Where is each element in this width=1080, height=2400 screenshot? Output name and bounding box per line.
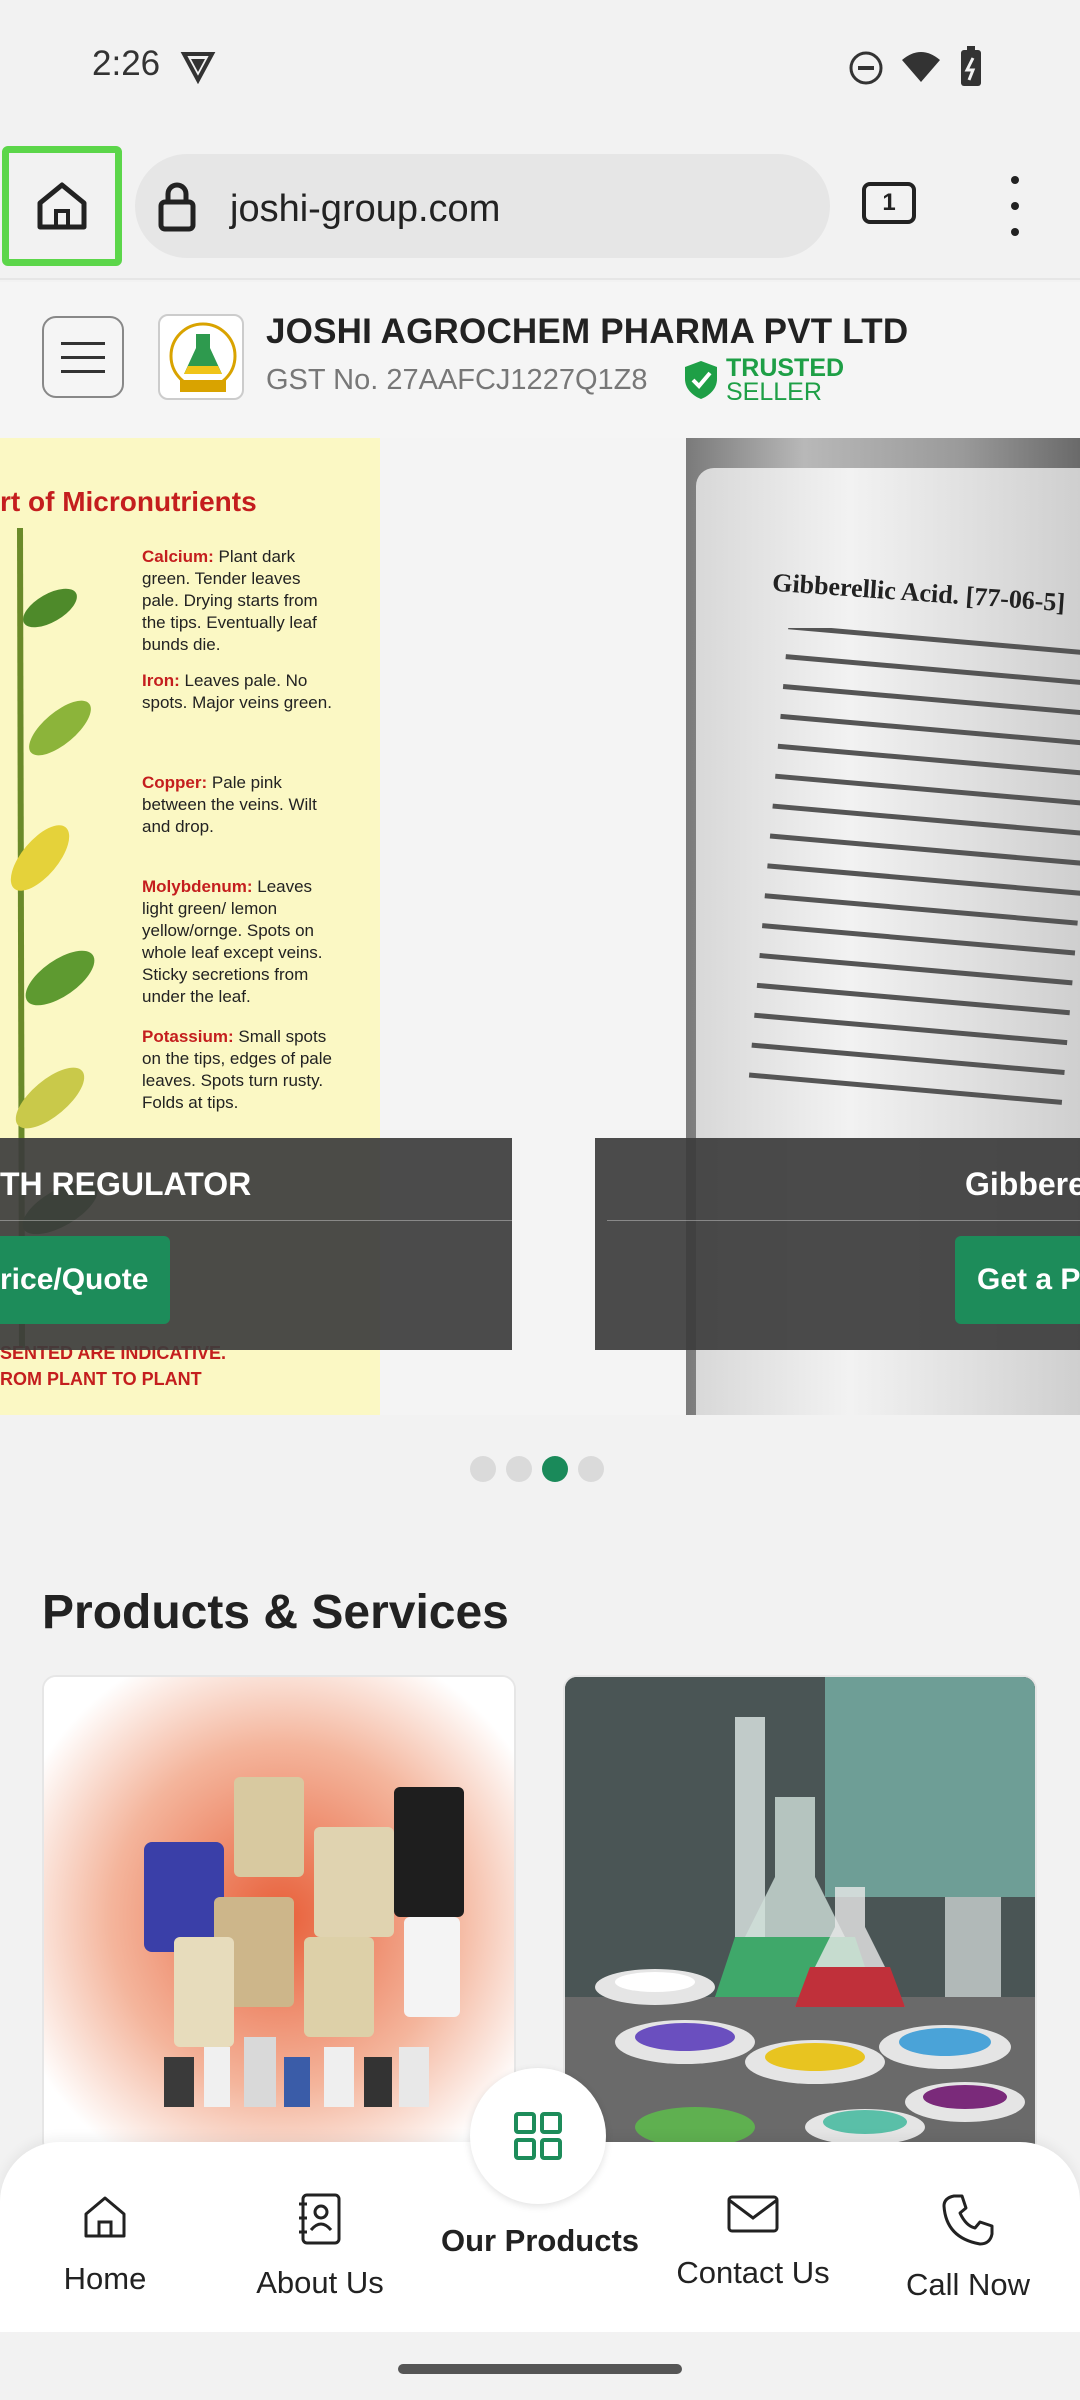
carousel-dot-active[interactable]	[542, 1456, 568, 1482]
caption-divider	[0, 1220, 512, 1221]
home-gesture-bar[interactable]	[398, 2364, 682, 2374]
nav-about-us-label: About Us	[256, 2265, 384, 2300]
jar-label-text-lines	[748, 628, 1080, 1105]
nav-our-products-label: Our Products	[440, 2223, 640, 2258]
menu-line	[61, 355, 105, 359]
company-name: JOSHI AGROCHEM PHARMA PVT LTD	[266, 312, 909, 351]
vpn-shield-icon	[180, 52, 216, 84]
slide-caption-left: TH REGULATOR rice/Quote	[0, 1138, 512, 1350]
slide-left-title: TH REGULATOR	[0, 1166, 252, 1202]
more-dot-icon	[1011, 228, 1019, 236]
chemical-containers-image	[44, 1677, 514, 2153]
home-icon	[37, 182, 87, 230]
nav-contact-us[interactable]: Contact Us	[663, 2192, 843, 2291]
nav-our-products[interactable]	[470, 2068, 606, 2204]
lock-icon	[158, 182, 196, 232]
tab-count: 1	[882, 189, 896, 216]
banner-carousel[interactable]: rt of Micronutrients Calcium: Plant dark…	[0, 438, 1080, 1415]
url-text: joshi-group.com	[230, 188, 501, 230]
carousel-dot[interactable]	[578, 1456, 604, 1482]
logo-flask-icon	[169, 322, 237, 392]
nav-home-label: Home	[63, 2261, 147, 2296]
nav-home[interactable]: Home	[15, 2192, 195, 2297]
tab-switcher-button[interactable]: 1	[862, 182, 916, 224]
slide-right-title: Gibbere	[965, 1166, 1080, 1202]
chart-title: rt of Micronutrients	[0, 486, 257, 517]
trusted-seller-badge: TRUSTED SELLER	[682, 354, 845, 406]
shield-check-icon	[685, 361, 717, 399]
carousel-dot[interactable]	[470, 1456, 496, 1482]
nutrient-potassium: Potassium: Small spots on the tips, edge…	[142, 1027, 332, 1112]
grid-icon	[514, 2112, 562, 2160]
mail-icon	[727, 2195, 779, 2233]
company-logo[interactable]	[158, 314, 244, 400]
do-not-disturb-icon	[849, 51, 883, 85]
battery-icon	[961, 46, 981, 86]
more-dot-icon	[1011, 202, 1019, 210]
chart-footer-line-2: ROM PLANT TO PLANT	[0, 1369, 202, 1389]
nutrient-iron: Iron: Leaves pale. No spots. Major veins…	[142, 671, 332, 712]
trusted-label-1: TRUSTED	[726, 354, 845, 382]
menu-line	[61, 341, 105, 345]
home-icon	[84, 2196, 126, 2238]
browser-menu-button[interactable]	[995, 176, 1035, 236]
caption-divider	[607, 1220, 1080, 1221]
more-dot-icon	[1011, 176, 1019, 184]
wifi-icon	[902, 52, 940, 82]
trusted-label-2: SELLER	[726, 378, 822, 406]
nav-call-now[interactable]: Call Now	[878, 2192, 1058, 2303]
product-card-lab-reagents[interactable]	[563, 1675, 1037, 2155]
phone-icon	[942, 2194, 994, 2246]
nutrient-molybdenum: Molybdenum: Leaves light green/ lemon ye…	[142, 877, 323, 1006]
gst-number: GST No. 27AAFCJ1227Q1Z8	[266, 364, 648, 396]
menu-line	[61, 369, 105, 373]
carousel-dot[interactable]	[506, 1456, 532, 1482]
nav-call-now-label: Call Now	[905, 2267, 1031, 2302]
browser-toolbar: joshi-group.com 1	[0, 140, 1080, 280]
nav-contact-us-label: Contact Us	[676, 2255, 830, 2290]
slide-caption-right: Gibbere Get a Pr	[595, 1138, 1080, 1350]
address-bar[interactable]: joshi-group.com	[135, 154, 830, 258]
get-price-quote-button-left[interactable]: rice/Quote	[0, 1236, 171, 1324]
product-card-chemicals[interactable]	[42, 1675, 516, 2155]
status-bar: 2:26	[0, 0, 1080, 135]
status-time: 2:26	[92, 44, 161, 83]
contacts-book-icon	[299, 2193, 341, 2245]
browser-home-button[interactable]	[2, 146, 122, 266]
products-section-title: Products & Services	[42, 1586, 509, 1639]
site-header: JOSHI AGROCHEM PHARMA PVT LTD GST No. 27…	[0, 282, 1080, 438]
get-price-quote-button-right[interactable]: Get a Pr	[955, 1236, 1080, 1324]
nav-about-us[interactable]: About Us	[230, 2192, 410, 2301]
carousel-indicator	[470, 1456, 604, 1482]
hamburger-menu-button[interactable]	[42, 316, 124, 398]
nutrient-copper: Copper: Pale pink between the veins. Wil…	[142, 773, 317, 836]
lab-glassware-image	[565, 1677, 1035, 2153]
nutrient-calcium: Calcium: Plant dark green. Tender leaves…	[142, 547, 318, 654]
